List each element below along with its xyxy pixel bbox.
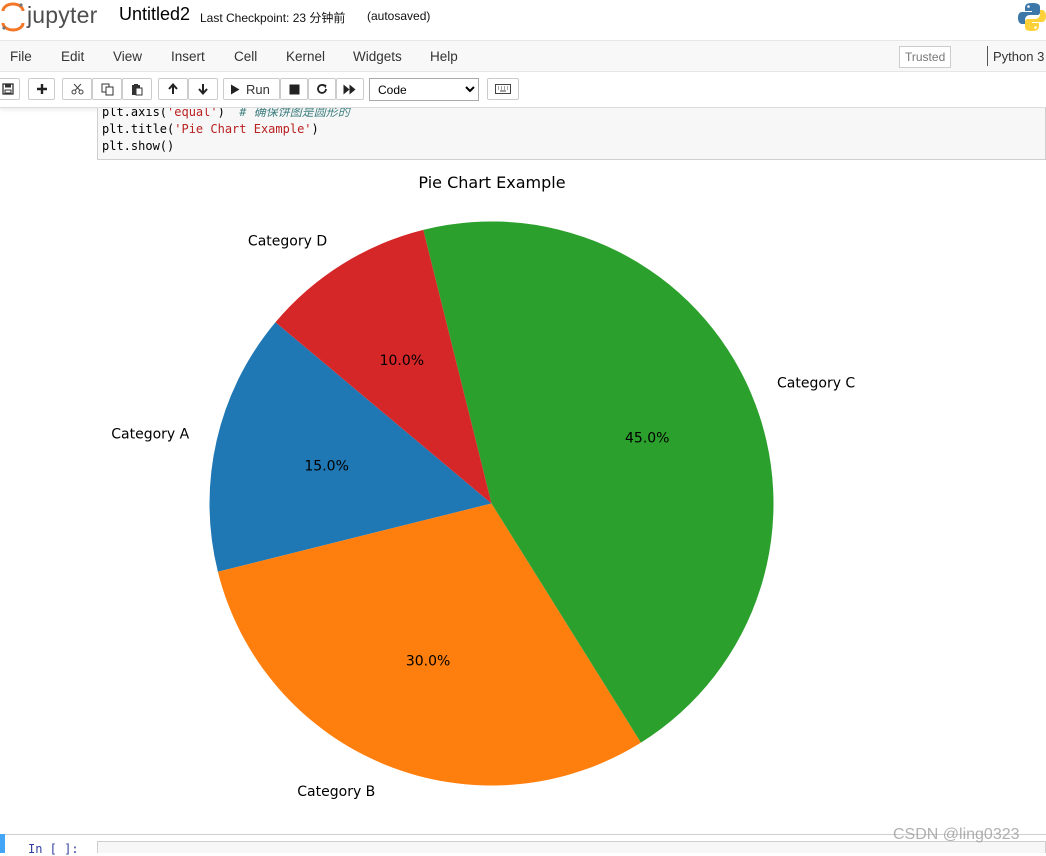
category-label-category-b: Category B bbox=[297, 784, 375, 800]
code-cell-input[interactable]: plt.axis('equal') # 确保饼图是圆形的 plt.title('… bbox=[97, 108, 1046, 160]
percent-label-category-d: 10.0% bbox=[380, 353, 424, 369]
watermark: CSDN @ling0323 bbox=[893, 826, 1020, 843]
arrow-up-icon bbox=[168, 83, 178, 94]
copy-icon bbox=[101, 83, 113, 95]
restart-button[interactable] bbox=[308, 78, 336, 100]
input-prompt: In [ ]: bbox=[28, 842, 79, 856]
arrow-down-icon bbox=[198, 84, 208, 95]
restart-icon bbox=[317, 84, 327, 94]
jupyter-logo-icon bbox=[1, 2, 25, 32]
stop-icon bbox=[289, 84, 299, 94]
interrupt-button[interactable] bbox=[280, 78, 308, 100]
plus-icon bbox=[36, 84, 47, 94]
menu-kernel[interactable]: Kernel bbox=[286, 49, 325, 64]
scissors-icon bbox=[71, 83, 83, 95]
cut-button[interactable] bbox=[62, 78, 92, 100]
percent-label-category-b: 30.0% bbox=[406, 653, 450, 669]
code-text: ) bbox=[217, 108, 240, 119]
move-up-button[interactable] bbox=[158, 78, 188, 100]
code-text: plt.title( bbox=[102, 122, 175, 136]
trusted-indicator[interactable]: Trusted bbox=[899, 46, 952, 68]
paste-icon bbox=[132, 83, 143, 95]
menu-widgets[interactable]: Widgets bbox=[353, 49, 402, 64]
code-text: plt.show() bbox=[102, 139, 175, 153]
notebook-header: jupyter Untitled2 Last Checkpoint: 23 分钟… bbox=[0, 0, 1046, 40]
category-label-category-a: Category A bbox=[111, 427, 189, 443]
fast-forward-icon bbox=[343, 84, 356, 94]
code-line: plt.axis('equal') # 确保饼图是圆形的 bbox=[102, 108, 1045, 121]
code-comment: # 确保饼图是圆形的 bbox=[239, 108, 350, 119]
jupyter-logo-text: jupyter bbox=[27, 2, 98, 28]
move-down-button[interactable] bbox=[188, 78, 218, 100]
code-text: ) bbox=[311, 122, 319, 136]
jupyter-logo[interactable]: jupyter bbox=[0, 0, 110, 34]
pie-slices: Category A 15.0% Category B 30.0% Category C… bbox=[111, 221, 855, 800]
percent-label-category-a: 15.0% bbox=[304, 458, 348, 474]
cell-divider bbox=[5, 834, 1046, 835]
run-button-label: Run bbox=[246, 81, 270, 97]
autosave-status: (autosaved) bbox=[367, 9, 431, 23]
insert-cell-button[interactable] bbox=[28, 78, 55, 100]
menu-view[interactable]: View bbox=[113, 49, 142, 64]
kernel-separator bbox=[987, 46, 988, 66]
selected-cell-indicator bbox=[0, 834, 5, 853]
kernel-name[interactable]: Python 3 bbox=[993, 49, 1044, 64]
copy-button[interactable] bbox=[92, 78, 122, 100]
toolbar: Run Code bbox=[0, 72, 1046, 108]
code-string: 'equal' bbox=[167, 108, 218, 119]
play-icon bbox=[231, 84, 240, 94]
menu-insert[interactable]: Insert bbox=[171, 49, 205, 64]
code-text: plt.axis( bbox=[102, 108, 168, 119]
save-icon bbox=[2, 83, 14, 95]
menu-edit[interactable]: Edit bbox=[61, 49, 84, 64]
checkpoint-status: Last Checkpoint: 23 分钟前 bbox=[200, 11, 346, 25]
command-palette-button[interactable] bbox=[487, 78, 519, 100]
paste-button[interactable] bbox=[122, 78, 152, 100]
code-line: plt.title('Pie Chart Example') bbox=[102, 121, 1045, 138]
chart-title: Pie Chart Example bbox=[418, 173, 565, 192]
menubar: File Edit View Insert Cell Kernel Widget… bbox=[0, 40, 1046, 72]
code-line: plt.show() bbox=[102, 138, 1045, 155]
category-label-category-d: Category D bbox=[248, 233, 327, 249]
notebook-name[interactable]: Untitled2 bbox=[119, 4, 190, 25]
restart-run-all-button[interactable] bbox=[336, 78, 364, 100]
code-string: 'Pie Chart Example' bbox=[174, 122, 312, 136]
cell-type-select[interactable]: Code bbox=[369, 78, 479, 101]
run-button[interactable]: Run bbox=[223, 78, 280, 100]
keyboard-icon bbox=[495, 84, 511, 94]
menu-file[interactable]: File bbox=[10, 49, 32, 64]
menu-help[interactable]: Help bbox=[430, 49, 458, 64]
percent-label-category-c: 45.0% bbox=[625, 430, 669, 446]
pie-chart: Pie Chart Example Category A15.0%Categor… bbox=[111, 173, 855, 800]
menu-cell[interactable]: Cell bbox=[234, 49, 257, 64]
save-button[interactable] bbox=[0, 78, 20, 100]
category-label-category-c: Category C bbox=[777, 375, 855, 391]
python-logo-icon bbox=[1018, 3, 1046, 31]
